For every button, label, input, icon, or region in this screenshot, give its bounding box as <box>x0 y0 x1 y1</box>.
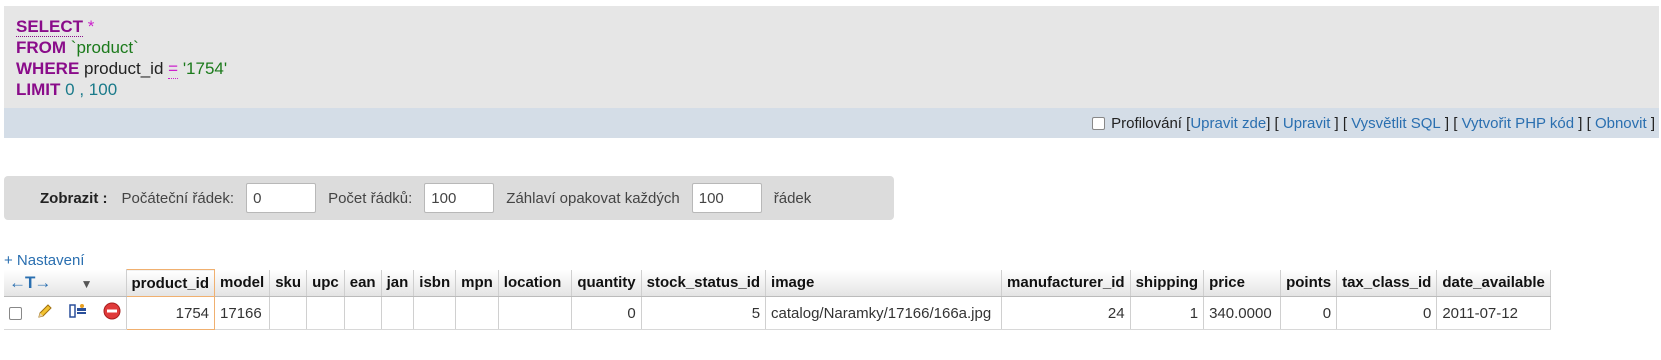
pencil-icon[interactable] <box>36 302 54 324</box>
table-row: 1754 17166 0 5 catalog/Naramky/17166/166… <box>4 296 1551 330</box>
sql-select-keyword[interactable]: SELECT <box>16 17 84 37</box>
sql-query-box: SELECT * FROM `product` WHERE product_id… <box>4 6 1659 108</box>
cell-upc[interactable] <box>306 296 345 330</box>
column-header-upc[interactable]: upc <box>306 269 345 297</box>
column-header-sku[interactable]: sku <box>269 269 308 297</box>
column-header-stock_status_id[interactable]: stock_status_id <box>641 269 767 297</box>
edit-inline-link[interactable]: Upravit zde <box>1190 115 1266 132</box>
sql-from-keyword: FROM <box>16 38 67 57</box>
sql-line-where: WHERE product_id = '1754' <box>16 58 1647 79</box>
cell-isbn[interactable] <box>413 296 457 330</box>
table-header-row: ←T→ ▼ product_id model sku upc ean jan i… <box>4 269 1551 297</box>
header-controls: ←T→ ▼ <box>4 269 127 297</box>
repeat-header-input[interactable] <box>691 183 762 213</box>
column-header-date_available[interactable]: date_available <box>1436 269 1551 297</box>
repeat-header-label: Záhlaví opakovat každých <box>506 189 680 207</box>
refresh-link[interactable]: Obnovit <box>1595 115 1647 132</box>
cell-location[interactable] <box>498 296 573 330</box>
column-header-location[interactable]: location <box>498 269 573 297</box>
sql-value: '1754' <box>182 59 228 78</box>
column-header-quantity[interactable]: quantity <box>571 269 642 297</box>
cell-stock_status_id[interactable]: 5 <box>641 296 767 330</box>
row-count-input[interactable] <box>424 183 495 213</box>
start-row-label: Počáteční řádek: <box>121 189 235 207</box>
cell-model[interactable]: 17166 <box>214 296 271 330</box>
column-header-model[interactable]: model <box>214 269 271 297</box>
cell-shipping[interactable]: 1 <box>1130 296 1205 330</box>
sql-table-name: `product` <box>70 38 139 57</box>
column-header-ean[interactable]: ean <box>344 269 382 297</box>
cell-ean[interactable] <box>344 296 382 330</box>
inline-edit-icon[interactable] <box>68 302 88 324</box>
edit-link[interactable]: Upravit <box>1283 115 1331 132</box>
create-php-code-link[interactable]: Vytvořit PHP kód <box>1462 115 1575 132</box>
display-label: Zobrazit : <box>40 189 108 207</box>
column-header-mpn[interactable]: mpn <box>455 269 499 297</box>
cell-manufacturer_id[interactable]: 24 <box>1001 296 1131 330</box>
cell-quantity[interactable]: 0 <box>571 296 642 330</box>
sql-action-bar: Profilování [Upravit zde] [ Upravit ] [ … <box>4 108 1659 138</box>
cell-mpn[interactable] <box>455 296 499 330</box>
delete-icon[interactable] <box>103 302 121 324</box>
sql-line-select: SELECT * <box>16 16 1647 37</box>
results-table: ←T→ ▼ product_id model sku upc ean jan i… <box>4 269 1551 330</box>
cell-tax_class_id[interactable]: 0 <box>1336 296 1438 330</box>
sql-limit-separator: , <box>79 80 85 99</box>
sql-where-keyword: WHERE <box>16 59 80 78</box>
explain-sql-link[interactable]: Vysvětlit SQL <box>1351 115 1440 132</box>
column-header-price[interactable]: price <box>1203 269 1282 297</box>
cell-date_available[interactable]: 2011-07-12 <box>1436 296 1551 330</box>
cell-price[interactable]: 340.0000 <box>1203 296 1282 330</box>
cell-jan[interactable] <box>381 296 415 330</box>
sql-limit-start: 0 <box>65 80 75 99</box>
cell-sku[interactable] <box>269 296 308 330</box>
column-header-jan[interactable]: jan <box>381 269 415 297</box>
start-row-input[interactable] <box>246 183 317 213</box>
sql-line-limit: LIMIT 0 , 100 <box>16 79 1647 100</box>
sql-limit-count: 100 <box>88 80 118 99</box>
sql-line-from: FROM `product` <box>16 37 1647 58</box>
sql-star: * <box>87 17 95 36</box>
cell-image[interactable]: catalog/Naramky/17166/166a.jpg <box>765 296 1003 330</box>
display-options: Zobrazit : Počáteční řádek: Počet řádků:… <box>4 176 894 220</box>
column-header-points[interactable]: points <box>1280 269 1338 297</box>
column-header-manufacturer_id[interactable]: manufacturer_id <box>1001 269 1131 297</box>
column-header-image[interactable]: image <box>765 269 1003 297</box>
sql-limit-keyword: LIMIT <box>16 80 61 99</box>
profiling-checkbox[interactable] <box>1092 116 1106 130</box>
row-count-label: Počet řádků: <box>328 189 413 207</box>
cell-points[interactable]: 0 <box>1280 296 1338 330</box>
profiling-label: Profilování <box>1111 114 1182 132</box>
row-checkbox[interactable] <box>9 306 22 320</box>
rows-suffix-label: řádek <box>773 189 812 207</box>
sort-triangle-icon[interactable]: ▼ <box>81 277 93 291</box>
sql-column-name: product_id <box>84 59 164 78</box>
column-header-product_id[interactable]: product_id <box>125 269 216 297</box>
row-actions <box>4 296 127 330</box>
column-nav-arrows-icon[interactable]: ←T→ <box>9 273 51 292</box>
cell-product_id[interactable]: 1754 <box>125 296 216 330</box>
column-header-isbn[interactable]: isbn <box>413 269 457 297</box>
sql-equals-operator[interactable]: = <box>168 59 179 79</box>
column-header-shipping[interactable]: shipping <box>1130 269 1205 297</box>
settings-link[interactable]: + Nastavení <box>4 252 84 269</box>
column-header-tax_class_id[interactable]: tax_class_id <box>1336 269 1438 297</box>
